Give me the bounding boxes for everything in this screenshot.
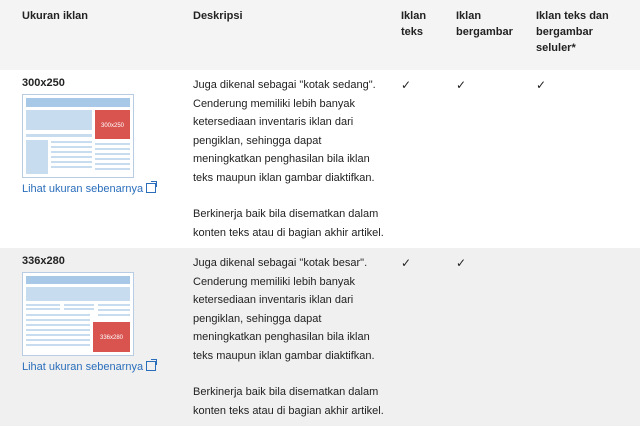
- view-actual-size-link[interactable]: Lihat ukuran sebenarnya: [22, 181, 158, 196]
- image-ads-check: ✓: [450, 248, 530, 426]
- description-paragraph: Berkinerja baik bila disematkan dalam ko…: [193, 386, 384, 417]
- description-paragraph: Berkinerja baik bila disematkan dalam ko…: [193, 208, 384, 239]
- mobile-ads-check: [530, 248, 640, 426]
- header-text-ads: Iklan teks: [395, 0, 450, 70]
- header-description: Deskripsi: [187, 0, 395, 70]
- view-actual-size-link[interactable]: Lihat ukuran sebenarnya: [22, 359, 158, 374]
- image-ads-check: ✓: [456, 78, 467, 92]
- ad-block-label: 300x250: [101, 123, 125, 129]
- text-ads-check: ✓: [401, 78, 412, 92]
- size-cell: 336x280 336x280 Lihat ukuran sebenarnya: [0, 248, 187, 426]
- size-cell: 300x250 300x250 Lihat ukuran sebenarnya: [0, 70, 187, 248]
- header-image-ads: Iklan bergambar: [450, 0, 530, 70]
- table-header-row: Ukuran iklan Deskripsi Iklan teks Iklan …: [0, 0, 640, 70]
- description-paragraph: Juga dikenal sebagai "kotak sedang". Cen…: [193, 79, 376, 184]
- header-size: Ukuran iklan: [0, 0, 187, 70]
- ad-size-thumbnail: 336x280: [22, 272, 134, 356]
- link-label: Lihat ukuran sebenarnya: [22, 361, 144, 373]
- ad-sizes-table: Ukuran iklan Deskripsi Iklan teks Iklan …: [0, 0, 640, 426]
- size-title: 336x280: [22, 255, 65, 267]
- ad-block-label: 336x280: [100, 335, 124, 341]
- ad-size-thumbnail: 300x250: [22, 94, 134, 178]
- mobile-ads-check: ✓: [536, 78, 547, 92]
- header-mobile-ads: Iklan teks dan bergambar seluler*: [530, 0, 640, 70]
- text-ads-check: ✓: [395, 248, 450, 426]
- description-paragraph: Juga dikenal sebagai "kotak besar". Cend…: [193, 257, 375, 362]
- description-cell: Juga dikenal sebagai "kotak besar". Cend…: [187, 248, 395, 426]
- size-title: 300x250: [22, 77, 65, 89]
- external-link-icon: [146, 181, 158, 193]
- table-row: 336x280 336x280 Lihat ukuran sebenarnya …: [0, 248, 640, 426]
- external-link-icon: [146, 359, 158, 371]
- link-label: Lihat ukuran sebenarnya: [22, 183, 144, 195]
- table-row: 300x250 300x250 Lihat ukuran sebenarnya …: [0, 70, 640, 248]
- description-cell: Juga dikenal sebagai "kotak sedang". Cen…: [187, 70, 395, 248]
